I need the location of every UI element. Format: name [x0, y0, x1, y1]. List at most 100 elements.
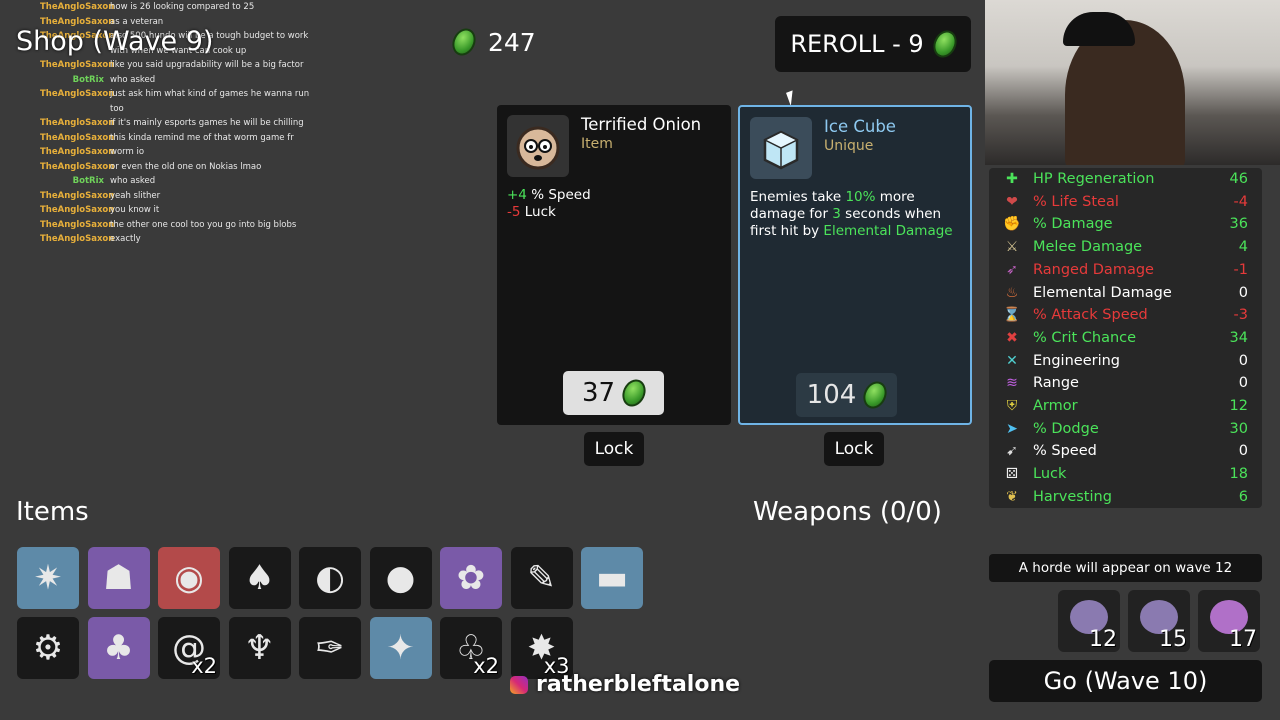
enemy-bug-icon: 12 — [1058, 590, 1120, 652]
chat-username[interactable]: TheAngloSaxon — [40, 0, 114, 15]
stat-row[interactable]: ✖ % Crit Chance 34 — [989, 327, 1262, 349]
chat-username[interactable]: TheAngloSaxon — [40, 131, 114, 146]
onion-icon — [507, 115, 569, 177]
bee-icon[interactable]: ● — [369, 547, 432, 609]
mouse-cursor-icon — [786, 88, 804, 106]
stat-row[interactable]: ⛨ Armor 12 — [989, 395, 1262, 417]
price: 104 — [806, 380, 857, 410]
chat-username[interactable]: TheAngloSaxon — [40, 58, 114, 73]
stat-row[interactable]: ✚ HP Regeneration 46 — [989, 168, 1262, 190]
sprout-icon[interactable]: ♧ x2 — [440, 617, 502, 679]
stat-row[interactable]: ➹ % Speed 0 — [989, 440, 1262, 462]
snail-icon[interactable]: @ x2 — [158, 617, 220, 679]
chat-text: exactly — [110, 234, 141, 244]
chat-username[interactable]: TheAngloSaxon — [40, 232, 114, 247]
stat-value: 4 — [1238, 239, 1248, 256]
injection-icon[interactable]: ✑ — [299, 617, 361, 679]
ice-shard-icon[interactable]: ✷ — [17, 547, 79, 609]
stat-icon: ✚ — [1006, 171, 1018, 187]
stat-name: Elemental Damage — [1033, 284, 1172, 301]
stat-value: 0 — [1238, 284, 1248, 301]
reroll-button[interactable]: REROLL - 9 — [775, 16, 971, 72]
stat-row[interactable]: ⚄ Luck 18 — [989, 463, 1262, 485]
stat-icon: ✕ — [1006, 352, 1018, 369]
chat-text: who asked — [110, 176, 156, 186]
stat-row[interactable]: ⌛ % Attack Speed -3 — [989, 304, 1262, 326]
lock-button[interactable]: Lock — [584, 432, 644, 466]
stat-row[interactable]: ♨ Elemental Damage 0 — [989, 282, 1262, 304]
chat-message: too — [40, 102, 310, 117]
stat-icon: ✖ — [1006, 329, 1018, 346]
brain-icon[interactable]: ✿ — [440, 547, 502, 609]
chat-message: TheAngloSaxon or even the old one on Noki… — [40, 160, 310, 175]
chat-username[interactable]: TheAngloSaxon — [40, 218, 114, 233]
buy-button[interactable]: 104 — [796, 373, 897, 417]
chat-username[interactable]: BotRix — [40, 174, 104, 189]
stat-row[interactable]: ≋ Range 0 — [989, 372, 1262, 394]
shop-card-terrified-onion[interactable]: Terrified Onion Item +4 % Speed -5 Luck … — [497, 105, 731, 425]
dynamite-icon[interactable]: ✸ x3 — [510, 617, 573, 679]
stat-icon: ⛨ — [1006, 398, 1018, 414]
card-type: Item — [581, 136, 613, 152]
glasses-icon[interactable]: ▬ — [581, 547, 643, 609]
buy-button[interactable]: 37 — [563, 371, 664, 415]
tongue-icon[interactable]: ◐ — [299, 547, 361, 609]
robot-arm-icon[interactable]: ✦ — [369, 617, 432, 679]
chat-username[interactable]: TheAngloSaxon — [40, 203, 114, 218]
stat-row[interactable]: ❤ % Life Steal -4 — [989, 191, 1262, 213]
stat-name: % Damage — [1033, 216, 1113, 233]
shop-title: Shop (Wave 9) — [16, 26, 214, 57]
item-glyph: ◉ — [174, 558, 204, 598]
alien-egg-icon[interactable]: ◉ — [158, 547, 220, 609]
stat-name: Engineering — [1033, 352, 1120, 369]
item-glyph: ☗ — [103, 558, 134, 598]
helmet-icon[interactable]: ☗ — [87, 547, 150, 609]
stat-icon: ≋ — [1006, 375, 1018, 392]
stat-row[interactable]: ➶ Ranged Damage -1 — [989, 259, 1262, 281]
chat-username[interactable]: BotRix — [40, 73, 104, 88]
chat-text: how is 26 looking compared to 25 — [110, 2, 255, 12]
stat-row[interactable]: ⚔ Melee Damage 4 — [989, 236, 1262, 258]
go-next-wave-button[interactable]: Go (Wave 10) — [989, 660, 1262, 702]
stat-row[interactable]: ✕ Engineering 0 — [989, 350, 1262, 372]
item-glyph: ✿ — [456, 558, 486, 598]
stat-value: 12 — [1229, 398, 1248, 414]
stat-value: -1 — [1233, 261, 1248, 278]
instagram-icon — [510, 675, 528, 694]
stat-icon: ⚄ — [1005, 466, 1019, 483]
desc-text: Enemies take — [750, 189, 846, 205]
item-count: x2 — [191, 654, 217, 678]
syringe-icon[interactable]: ✎ — [510, 547, 573, 609]
chat-username[interactable]: TheAngloSaxon — [40, 189, 114, 204]
stat-icon: ❦ — [1006, 488, 1018, 505]
desc-value: 3 — [832, 206, 841, 222]
stat-name: % Attack Speed — [1033, 307, 1148, 324]
chat-username[interactable]: TheAngloSaxon — [40, 160, 114, 175]
lock-button[interactable]: Lock — [824, 432, 884, 466]
chat-username[interactable] — [40, 102, 104, 117]
chat-username[interactable]: TheAngloSaxon — [40, 116, 114, 131]
stat-line: -5 Luck — [507, 204, 723, 221]
chat-username[interactable]: TheAngloSaxon — [40, 145, 114, 160]
shop-card-ice-cube[interactable]: Ice Cube Unique Enemies take 10% more da… — [738, 105, 972, 425]
card-description: Enemies take 10% more damage for 3 secon… — [750, 189, 962, 240]
clover-icon[interactable]: ♣ — [87, 617, 150, 679]
stat-value: 34 — [1229, 329, 1248, 346]
palm-tree-icon[interactable]: ♆ — [228, 617, 291, 679]
stat-value: 0 — [1238, 352, 1248, 369]
item-glyph: ✦ — [386, 628, 415, 668]
stat-row[interactable]: ❦ Harvesting 6 — [989, 486, 1262, 508]
enemy-bug-icon: 15 — [1128, 590, 1190, 652]
stat-modifier: -5 — [507, 204, 521, 220]
chat-text: just ask him what kind of games he wanna… — [110, 89, 310, 99]
stat-icon: ♨ — [1005, 284, 1019, 301]
chat-message: TheAngloSaxon this kinda remind me of tha… — [40, 131, 310, 146]
reroll-label: REROLL - 9 — [790, 30, 924, 58]
chat-username[interactable]: TheAngloSaxon — [40, 87, 114, 102]
gear-icon[interactable]: ⚙ — [17, 617, 79, 679]
stat-row[interactable]: ➤ % Dodge 30 — [989, 418, 1262, 440]
item-count: x2 — [473, 654, 499, 678]
mushroom-icon[interactable]: ♠ — [228, 547, 291, 609]
stat-row[interactable]: ✊ % Damage 36 — [989, 213, 1262, 235]
stat-line: +4 % Speed — [507, 187, 723, 204]
